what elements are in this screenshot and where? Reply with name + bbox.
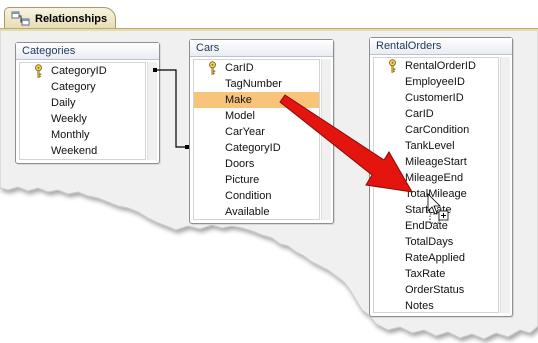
field-label: TagNumber: [225, 78, 282, 90]
field-daily[interactable]: Daily: [20, 95, 145, 111]
field-label: EndDate: [405, 220, 448, 232]
field-label: Available: [225, 206, 270, 218]
field-label: RateApplied: [405, 252, 465, 264]
field-label: CustomerID: [405, 92, 464, 104]
field-categoryid[interactable]: CategoryID: [194, 140, 319, 156]
field-caryear[interactable]: CarYear: [194, 124, 319, 140]
field-label: TankLevel: [405, 140, 455, 152]
field-carid[interactable]: CarID: [374, 106, 498, 122]
table-cars-title[interactable]: Cars: [190, 40, 333, 57]
table-cars[interactable]: Cars CarID TagNumber Make Model CarYear Categ…: [189, 39, 334, 224]
field-label: CarYear: [225, 126, 265, 138]
field-list: CategoryID Category Daily Weekly Monthly Week…: [19, 62, 146, 160]
field-enddate[interactable]: EndDate: [374, 218, 498, 234]
field-rentalorderid[interactable]: RentalOrderID: [374, 58, 498, 74]
field-label: Make: [225, 94, 252, 106]
field-doors[interactable]: Doors: [194, 156, 319, 172]
field-orderstatus[interactable]: OrderStatus: [374, 282, 498, 298]
field-label: MileageStart: [405, 156, 467, 168]
field-model[interactable]: Model: [194, 108, 319, 124]
field-startdate[interactable]: StartDate: [374, 202, 498, 218]
scrollbar[interactable]: [500, 57, 510, 313]
field-label: TaxRate: [405, 268, 446, 280]
field-label: Model: [225, 110, 255, 122]
field-carcondition[interactable]: CarCondition: [374, 122, 498, 138]
field-customerid[interactable]: CustomerID: [374, 90, 498, 106]
field-picture[interactable]: Picture: [194, 172, 319, 188]
scrollbar[interactable]: [321, 59, 331, 220]
field-label: EmployeeID: [405, 76, 465, 88]
field-list: CarID TagNumber Make Model CarYear CategoryID…: [193, 59, 320, 220]
primary-key-icon: [387, 59, 398, 73]
primary-key-icon: [207, 61, 218, 75]
field-tagnumber[interactable]: TagNumber: [194, 76, 319, 92]
table-rentalorders[interactable]: RentalOrders RentalOrderID EmployeeID Cust…: [369, 37, 513, 317]
field-weekend[interactable]: Weekend: [20, 143, 145, 159]
field-label: CategoryID: [225, 142, 281, 154]
tab-relationships[interactable]: Relationships: [4, 7, 116, 29]
field-categoryid[interactable]: CategoryID: [20, 63, 145, 79]
field-label: RentalOrderID: [405, 60, 476, 72]
primary-key-icon: [33, 64, 44, 78]
field-label: Monthly: [51, 129, 90, 141]
field-mileagestart[interactable]: MileageStart: [374, 154, 498, 170]
field-label: CarID: [225, 62, 254, 74]
relationships-icon: [11, 11, 30, 25]
table-rentalorders-title[interactable]: RentalOrders: [370, 38, 512, 55]
field-carid[interactable]: CarID: [194, 60, 319, 76]
field-tanklevel[interactable]: TankLevel: [374, 138, 498, 154]
field-notes[interactable]: Notes: [374, 298, 498, 314]
field-list: RentalOrderID EmployeeID CustomerID CarID Ca…: [373, 57, 499, 313]
field-label: TotalMileage: [405, 188, 467, 200]
field-label: Picture: [225, 174, 260, 186]
field-label: Doors: [225, 158, 255, 170]
field-totaldays[interactable]: TotalDays: [374, 234, 498, 250]
field-employeeid[interactable]: EmployeeID: [374, 74, 498, 90]
field-category[interactable]: Category: [20, 79, 145, 95]
document-tab-strip: [0, 28, 538, 31]
field-label: CarCondition: [405, 124, 470, 136]
field-mileageend[interactable]: MileageEnd: [374, 170, 498, 186]
field-condition[interactable]: Condition: [194, 188, 319, 204]
field-label: MileageEnd: [405, 172, 464, 184]
table-categories[interactable]: Categories CategoryID Category Daily Weekly…: [15, 42, 160, 164]
field-label: CarID: [405, 108, 434, 120]
field-label: CategoryID: [51, 65, 107, 77]
field-label: TotalDays: [405, 236, 454, 248]
field-weekly[interactable]: Weekly: [20, 111, 145, 127]
field-label: OrderStatus: [405, 284, 465, 296]
field-label: StartDate: [405, 204, 452, 216]
field-taxrate[interactable]: TaxRate: [374, 266, 498, 282]
field-monthly[interactable]: Monthly: [20, 127, 145, 143]
field-label: Condition: [225, 190, 272, 202]
field-label: Weekend: [51, 145, 98, 157]
relationships-window: Relationships Categories CategoryID Categ…: [0, 0, 538, 343]
field-totalmileage[interactable]: TotalMileage: [374, 186, 498, 202]
field-label: Notes: [405, 300, 434, 312]
tab-title: Relationships: [35, 12, 108, 25]
field-label: Daily: [51, 97, 76, 109]
scrollbar[interactable]: [147, 62, 157, 160]
table-categories-title[interactable]: Categories: [16, 43, 159, 60]
field-label: Weekly: [51, 113, 87, 125]
field-available[interactable]: Available: [194, 204, 319, 220]
field-label: Category: [51, 81, 96, 93]
field-rateapplied[interactable]: RateApplied: [374, 250, 498, 266]
field-make[interactable]: Make: [194, 92, 319, 108]
